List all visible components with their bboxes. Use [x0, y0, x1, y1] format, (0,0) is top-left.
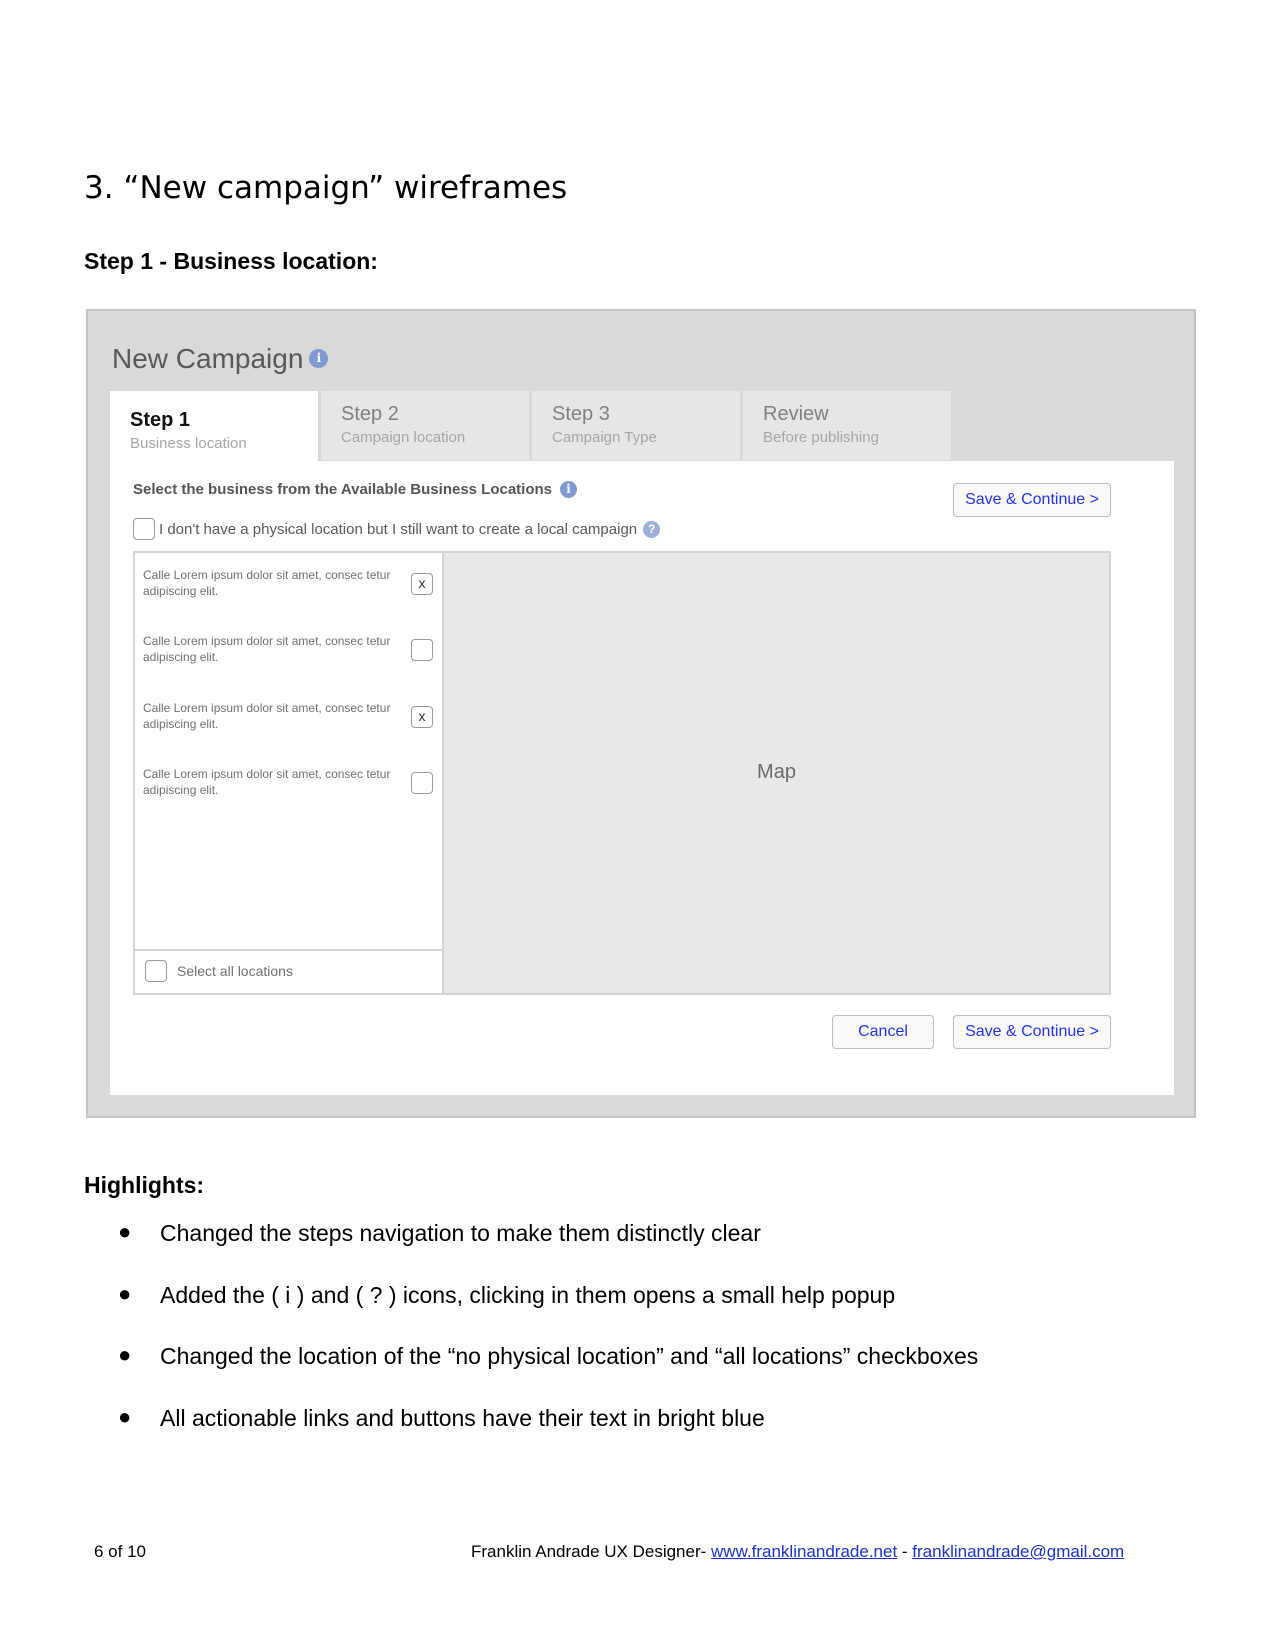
info-icon[interactable]: i — [560, 480, 578, 498]
cancel-button[interactable]: Cancel — [832, 1015, 934, 1049]
new-campaign-title-text: New Campaign — [112, 343, 304, 374]
map-label: Map — [757, 761, 796, 783]
select-all-row: Select all locations — [135, 949, 442, 993]
save-continue-button-bottom[interactable]: Save & Continue > — [953, 1015, 1111, 1049]
select-business-text: Select the business from the Available B… — [133, 481, 553, 498]
save-continue-button-top[interactable]: Save & Continue > — [953, 483, 1111, 517]
location-address: Calle Lorem ipsum dolor sit amet, consec… — [143, 767, 391, 797]
tab-review[interactable]: Review Before publishing — [743, 391, 951, 460]
list-item: Calle Lorem ipsum dolor sit amet, consec… — [143, 766, 435, 806]
tab-step-label: Step 2 — [341, 403, 399, 425]
tab-step-3[interactable]: Step 3 Campaign Type — [532, 391, 740, 460]
select-all-checkbox[interactable] — [145, 960, 167, 982]
highlight-text: Added the ( i ) and ( ? ) icons, clickin… — [160, 1282, 896, 1308]
location-checkbox[interactable] — [411, 772, 433, 794]
select-business-label: Select the business from the Available B… — [133, 480, 578, 499]
tab-step-label: Step 3 — [552, 403, 610, 425]
footer-author: Franklin Andrade UX Designer- — [471, 1542, 712, 1561]
website-link[interactable]: www.franklinandrade.net — [711, 1542, 897, 1561]
list-item: Calle Lorem ipsum dolor sit amet, consec… — [143, 633, 435, 673]
bullet: ● — [118, 1281, 132, 1306]
location-checkbox[interactable]: x — [411, 706, 433, 728]
location-checkbox[interactable] — [411, 639, 433, 661]
bullet: ● — [118, 1219, 132, 1244]
no-physical-location-label: I don't have a physical location but I s… — [159, 520, 638, 538]
list-item: Calle Lorem ipsum dolor sit amet, consec… — [143, 700, 435, 740]
tab-step-label: Review — [763, 403, 829, 425]
tab-step-sublabel: Campaign Type — [552, 429, 657, 446]
tab-step-2[interactable]: Step 2 Campaign location — [321, 391, 529, 460]
section-title: 3. “New campaign” wireframes — [84, 170, 568, 206]
email-link[interactable]: franklinandrade@gmail.com — [912, 1542, 1124, 1561]
highlights-heading: Highlights: — [84, 1172, 205, 1198]
no-physical-location-row: I don't have a physical location but I s… — [133, 518, 661, 540]
location-address: Calle Lorem ipsum dolor sit amet, consec… — [143, 701, 391, 731]
tab-step-sublabel: Campaign location — [341, 429, 466, 446]
select-all-label: Select all locations — [177, 963, 293, 979]
info-icon[interactable]: i — [309, 349, 329, 369]
no-physical-location-checkbox[interactable] — [133, 518, 155, 540]
highlight-text: All actionable links and buttons have th… — [160, 1405, 765, 1431]
step-panel: Select the business from the Available B… — [110, 461, 1174, 1095]
help-icon[interactable]: ? — [643, 520, 661, 538]
footer-credit: Franklin Andrade UX Designer- www.frankl… — [471, 1542, 1124, 1562]
location-checkbox[interactable]: x — [411, 573, 433, 595]
page-number: 6 of 10 — [94, 1542, 146, 1561]
tab-step-sublabel: Before publishing — [763, 429, 879, 446]
new-campaign-title: New Campaign i — [112, 343, 329, 375]
list-item: Calle Lorem ipsum dolor sit amet, consec… — [143, 567, 435, 607]
step-heading: Step 1 - Business location: — [84, 248, 378, 274]
highlight-text: Changed the steps navigation to make the… — [160, 1220, 761, 1246]
wireframe-screenshot: New Campaign i Step 1 Business location S… — [86, 309, 1196, 1118]
highlight-text: Changed the location of the “no physical… — [160, 1343, 979, 1369]
tab-step-label: Step 1 — [130, 409, 191, 431]
footer-separator: - — [897, 1542, 913, 1561]
location-address: Calle Lorem ipsum dolor sit amet, consec… — [143, 634, 391, 664]
bullet: ● — [118, 1404, 132, 1429]
bullet: ● — [118, 1342, 132, 1367]
tab-step-1[interactable]: Step 1 Business location — [110, 391, 318, 463]
tab-step-sublabel: Business location — [130, 435, 247, 452]
location-address: Calle Lorem ipsum dolor sit amet, consec… — [143, 568, 391, 598]
location-list: Calle Lorem ipsum dolor sit amet, consec… — [133, 551, 444, 995]
map-area[interactable]: Map — [444, 551, 1111, 995]
